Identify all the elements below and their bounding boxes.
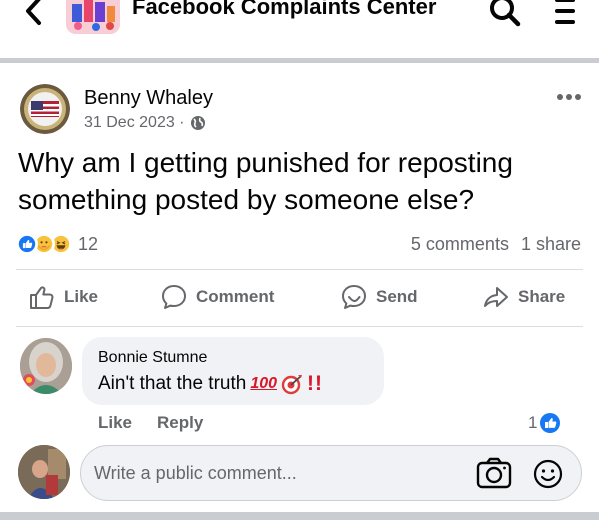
share-button[interactable]: Share (482, 283, 565, 311)
author-avatar[interactable] (20, 84, 70, 134)
commenter-avatar[interactable] (20, 338, 72, 394)
like-button[interactable]: Like (28, 283, 98, 311)
section-divider (0, 58, 599, 63)
comment-button[interactable]: Comment (160, 283, 274, 311)
action-divider (16, 269, 583, 270)
shares-count[interactable]: 1 share (521, 234, 581, 255)
share-label: Share (518, 287, 566, 306)
comment-like-link[interactable]: Like (98, 413, 132, 433)
send-button[interactable]: Send (340, 283, 418, 311)
comment-reply-link[interactable]: Reply (157, 413, 203, 433)
comment-label: Comment (196, 287, 275, 306)
comment-like-count-value: 1 (528, 413, 538, 432)
more-options-icon[interactable] (556, 90, 582, 104)
double-exclamation-emoji: !! (307, 372, 324, 395)
like-reaction-icon (16, 233, 38, 255)
messenger-icon (342, 285, 366, 309)
post-stats: 5 comments 1 share (411, 234, 581, 255)
send-label: Send (376, 287, 418, 306)
group-avatar[interactable] (66, 0, 120, 34)
comment-input-placeholder: Write a public comment... (94, 463, 297, 483)
thumbs-up-icon (30, 286, 54, 309)
comment-text: Ain't that the truth 100 !! (98, 372, 323, 396)
emoji-picker-icon[interactable] (532, 458, 564, 490)
search-icon[interactable] (488, 0, 522, 28)
reaction-count: 12 (78, 233, 99, 254)
action-divider (16, 326, 583, 327)
share-arrow-icon (484, 287, 508, 307)
section-divider (0, 512, 599, 520)
like-label: Like (64, 287, 99, 306)
top-bar: Facebook Complaints Center (0, 0, 599, 58)
bullseye-emoji (281, 375, 303, 395)
chevron-left-icon[interactable] (20, 0, 48, 28)
globe-icon (190, 116, 205, 130)
post-meta: 31 Dec 2023 · (84, 114, 206, 132)
reactions-summary[interactable]: 12 (16, 233, 98, 255)
current-user-avatar[interactable] (18, 445, 70, 499)
camera-icon[interactable] (475, 456, 513, 490)
post-date[interactable]: 31 Dec 2023 · (84, 114, 185, 132)
page-title: Facebook Complaints Center (132, 0, 437, 19)
comment-like-count[interactable]: 1 (528, 412, 561, 434)
comment-author-name[interactable]: Bonnie Stumne (98, 349, 207, 367)
hundred-points-emoji: 100 (250, 375, 278, 392)
post-body-text: Why am I getting punished for reposting … (18, 147, 513, 215)
post-author-name[interactable]: Benny Whaley (84, 87, 213, 110)
menu-icon[interactable] (553, 0, 577, 28)
like-reaction-icon (540, 413, 561, 433)
comment-text-body: Ain't that the truth (98, 373, 247, 394)
comment-bubble-icon (162, 285, 186, 309)
comments-count[interactable]: 5 comments (411, 234, 509, 255)
